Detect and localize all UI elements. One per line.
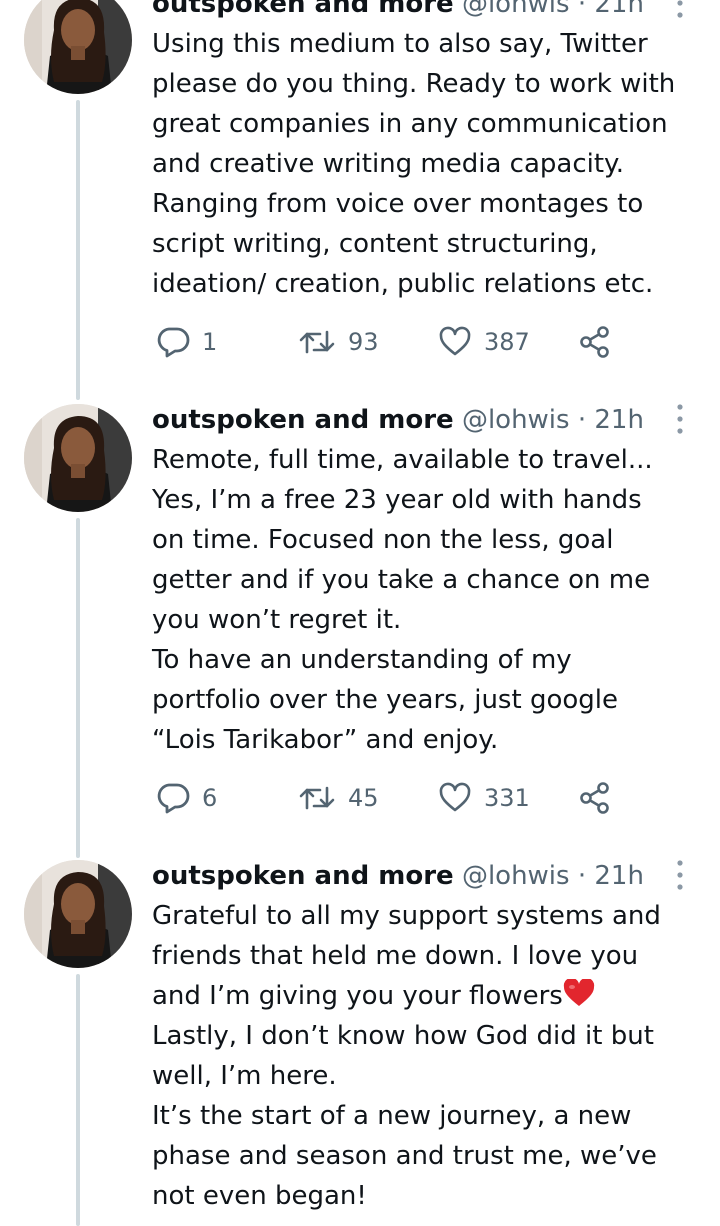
like-button[interactable]: 387 [438, 322, 530, 362]
tweet-text: Grateful to all my support systems and f… [152, 896, 712, 1216]
retweet-count: 45 [348, 784, 379, 812]
display-name[interactable]: outspoken and more [152, 405, 454, 435]
share-icon [580, 326, 609, 358]
tweet-header: outspoken and more @lohwis · 21h [152, 858, 644, 894]
separator-dot: · [577, 405, 587, 435]
timestamp[interactable]: 21h [594, 861, 644, 891]
retweet-icon [299, 786, 335, 810]
reply-count: 6 [202, 784, 218, 812]
tweet[interactable]: outspoken and more @lohwis · 21h Remote,… [0, 400, 720, 846]
display-name[interactable]: outspoken and more [152, 861, 454, 891]
tweet-header: outspoken and more @lohwis · 21h [152, 402, 644, 438]
timestamp[interactable]: 21h [594, 0, 644, 19]
avatar[interactable] [24, 860, 132, 968]
avatar[interactable] [24, 404, 132, 512]
more-vertical-icon[interactable] [668, 402, 692, 436]
reply-icon [157, 783, 190, 814]
timestamp[interactable]: 21h [594, 405, 644, 435]
retweet-button[interactable]: 45 [298, 778, 379, 818]
heart-icon [439, 326, 471, 356]
tweet-actions: 1 93 387 [152, 322, 712, 362]
tweet-header: outspoken and more @lohwis · 21h [152, 0, 644, 22]
avatar[interactable] [24, 0, 132, 94]
separator-dot: · [577, 0, 587, 19]
heart-icon [439, 782, 471, 812]
reply-count: 1 [202, 328, 218, 356]
tweet-text-part: Lastly, I don’t know how God did it but … [152, 1021, 657, 1211]
tweet[interactable]: outspoken and more @lohwis · 21h Gratefu… [0, 856, 720, 1226]
tweet-actions: 6 45 331 [152, 778, 712, 818]
tweet-text: Remote, full time, available to travel..… [152, 445, 653, 755]
share-icon [580, 782, 609, 814]
username[interactable]: @lohwis [462, 0, 570, 19]
username[interactable]: @lohwis [462, 861, 570, 891]
retweet-count: 93 [348, 328, 379, 356]
username[interactable]: @lohwis [462, 405, 570, 435]
like-button[interactable]: 331 [438, 778, 530, 818]
tweet-text: Using this medium to also say, Twitter p… [152, 29, 676, 299]
display-name[interactable]: outspoken and more [152, 0, 454, 19]
reply-icon [157, 327, 190, 358]
retweet-icon [299, 330, 335, 354]
reply-button[interactable]: 6 [156, 778, 217, 818]
more-vertical-icon[interactable] [668, 0, 692, 20]
reply-button[interactable]: 1 [156, 322, 217, 362]
separator-dot: · [577, 861, 587, 891]
red-heart-emoji [563, 977, 595, 1007]
share-button[interactable] [578, 322, 612, 362]
more-vertical-icon[interactable] [668, 858, 692, 892]
like-count: 387 [484, 328, 530, 356]
share-button[interactable] [578, 778, 612, 818]
retweet-button[interactable]: 93 [298, 322, 379, 362]
like-count: 331 [484, 784, 530, 812]
tweet[interactable]: outspoken and more @lohwis · 21h Using t… [0, 0, 720, 400]
